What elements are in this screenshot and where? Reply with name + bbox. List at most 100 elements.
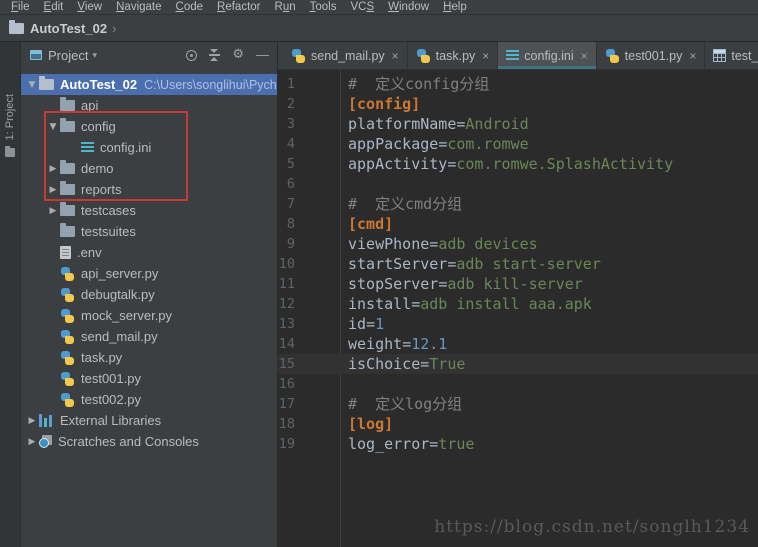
- code-line-11[interactable]: 11stopServer=adb kill-server: [278, 274, 758, 294]
- chevron-collapsed-icon[interactable]: ▶: [46, 185, 60, 195]
- tree-item-api-server-py[interactable]: api_server.py: [21, 263, 277, 284]
- tree-item-config[interactable]: ▼config: [21, 116, 277, 137]
- code-token-key: isChoice: [348, 355, 420, 373]
- settings-icon[interactable]: ⚙: [232, 49, 244, 61]
- collapse-all-icon[interactable]: [209, 49, 220, 61]
- breadcrumb-project[interactable]: AutoTest_02: [30, 21, 107, 36]
- menu-run[interactable]: Run: [268, 1, 303, 13]
- code-line-6[interactable]: 6: [278, 174, 758, 194]
- close-tab-icon[interactable]: ×: [392, 49, 399, 63]
- tree-item-test001-py[interactable]: test001.py: [21, 368, 277, 389]
- code-line-13[interactable]: 13id=1: [278, 314, 758, 334]
- code-line-7[interactable]: 7# 定义cmd分组: [278, 194, 758, 214]
- editor-tab-task-py[interactable]: task.py×: [408, 42, 499, 69]
- code-line-12[interactable]: 12install=adb install aaa.apk: [278, 294, 758, 314]
- code-line-14[interactable]: 14weight=12.1: [278, 334, 758, 354]
- menu-file[interactable]: File: [4, 1, 37, 13]
- menu-window[interactable]: Window: [381, 1, 436, 13]
- chevron-collapsed-icon[interactable]: ▶: [46, 164, 60, 174]
- hide-icon[interactable]: —: [256, 49, 269, 61]
- tree-item-reports[interactable]: ▶reports: [21, 179, 277, 200]
- editor-tab-config-ini[interactable]: config.ini ×: [498, 42, 596, 69]
- tree-item-label: testsuites: [81, 224, 136, 239]
- code-token-key: startServer: [348, 255, 447, 273]
- code-line-1[interactable]: 1# 定义config分组: [278, 74, 758, 94]
- tree-item-mock-server-py[interactable]: mock_server.py: [21, 305, 277, 326]
- tree-item-config-ini[interactable]: config.ini: [21, 137, 277, 158]
- code-token-eq: =: [429, 435, 438, 453]
- chevron-collapsed-icon[interactable]: ▶: [25, 416, 39, 426]
- line-number: 8: [278, 214, 295, 234]
- chevron-collapsed-icon[interactable]: ▶: [46, 206, 60, 216]
- code-token-key: platformName: [348, 115, 456, 133]
- locate-icon[interactable]: [186, 50, 197, 61]
- code-token-key: viewPhone: [348, 235, 429, 253]
- menu-tools[interactable]: Tools: [303, 1, 344, 13]
- code-line-15[interactable]: 15isChoice=True: [278, 354, 758, 374]
- code-line-8[interactable]: 8[cmd]: [278, 214, 758, 234]
- line-number: 5: [278, 154, 295, 174]
- close-tab-icon[interactable]: ×: [482, 49, 489, 63]
- menu-view[interactable]: View: [70, 1, 109, 13]
- code-line-5[interactable]: 5appActivity=com.romwe.SplashActivity: [278, 154, 758, 174]
- menu-refactor[interactable]: Refactor: [210, 1, 267, 13]
- project-stripe-button[interactable]: 1: Project: [4, 94, 16, 140]
- close-tab-icon[interactable]: ×: [581, 49, 588, 63]
- python-icon: [60, 330, 75, 344]
- code-line-2[interactable]: 2[config]: [278, 94, 758, 114]
- chevron-down-icon[interactable]: ▾: [92, 50, 97, 61]
- line-number: 12: [278, 294, 295, 314]
- code-line-9[interactable]: 9viewPhone=adb devices: [278, 234, 758, 254]
- tree-item-scratches-and-consoles[interactable]: ▶Scratches and Consoles: [21, 431, 277, 452]
- panel-title[interactable]: Project: [48, 48, 88, 63]
- code-line-16[interactable]: 16: [278, 374, 758, 394]
- code-line-10[interactable]: 10startServer=adb start-server: [278, 254, 758, 274]
- code-token-str: adb install aaa.apk: [420, 295, 592, 313]
- code-line-3[interactable]: 3platformName=Android: [278, 114, 758, 134]
- chevron-collapsed-icon[interactable]: ▶: [25, 437, 39, 447]
- tool-window-stripe: 1: Project: [0, 42, 21, 547]
- tree-item-label: mock_server.py: [81, 308, 172, 323]
- tree-item-api[interactable]: api: [21, 95, 277, 116]
- tree-item-label: AutoTest_02: [60, 77, 137, 92]
- tree-item-autotest-02[interactable]: ▼AutoTest_02C:\Users\songlihui\Pych: [21, 74, 277, 95]
- menu-code[interactable]: Code: [169, 1, 211, 13]
- project-tool-window-icon: [5, 148, 15, 157]
- tree-item-testsuites[interactable]: testsuites: [21, 221, 277, 242]
- code-line-18[interactable]: 18[log]: [278, 414, 758, 434]
- python-file-icon: [416, 49, 431, 63]
- code-token-key: log_error: [348, 435, 429, 453]
- code-line-19[interactable]: 19log_error=true: [278, 434, 758, 454]
- code-token-str: adb start-server: [456, 255, 601, 273]
- editor-pane: send_mail.py×task.py×config.ini×test001.…: [278, 42, 758, 547]
- python-icon: [60, 351, 75, 365]
- code-token-comment: # 定义config分组: [348, 75, 489, 93]
- tree-item-testcases[interactable]: ▶testcases: [21, 200, 277, 221]
- code-token-comment: # 定义log分组: [348, 395, 462, 413]
- tree-item-test002-py[interactable]: test002.py: [21, 389, 277, 410]
- tree-item-external-libraries[interactable]: ▶External Libraries: [21, 410, 277, 431]
- tree-item-label: api: [81, 98, 98, 113]
- menu-vcs[interactable]: VCS: [343, 1, 381, 13]
- pycharm-window: FileEditViewNavigateCodeRefactorRunTools…: [0, 0, 758, 547]
- menu-edit[interactable]: Edit: [37, 1, 71, 13]
- tree-item-label: api_server.py: [81, 266, 158, 281]
- editor-tab-send-mail-py[interactable]: send_mail.py×: [283, 42, 408, 69]
- code-line-4[interactable]: 4appPackage=com.romwe: [278, 134, 758, 154]
- menu-navigate[interactable]: Navigate: [109, 1, 168, 13]
- editor-tab-test001-py[interactable]: test001.py×: [597, 42, 706, 69]
- editor-tab-test[interactable]: test_: [705, 42, 758, 69]
- python-icon: [60, 393, 75, 407]
- tree-item-debugtalk-py[interactable]: debugtalk.py: [21, 284, 277, 305]
- tab-label: config.ini: [524, 49, 573, 63]
- chevron-expanded-icon[interactable]: ▼: [46, 122, 60, 132]
- tree-item-task-py[interactable]: task.py: [21, 347, 277, 368]
- tree-item-env[interactable]: .env: [21, 242, 277, 263]
- tree-item-send-mail-py[interactable]: send_mail.py: [21, 326, 277, 347]
- close-tab-icon[interactable]: ×: [689, 49, 696, 63]
- tree-item-demo[interactable]: ▶demo: [21, 158, 277, 179]
- menu-help[interactable]: Help: [436, 1, 474, 13]
- chevron-expanded-icon[interactable]: ▼: [25, 80, 39, 90]
- code-editor[interactable]: 1# 定义config分组2[config]3platformName=Andr…: [278, 70, 758, 547]
- code-line-17[interactable]: 17# 定义log分组: [278, 394, 758, 414]
